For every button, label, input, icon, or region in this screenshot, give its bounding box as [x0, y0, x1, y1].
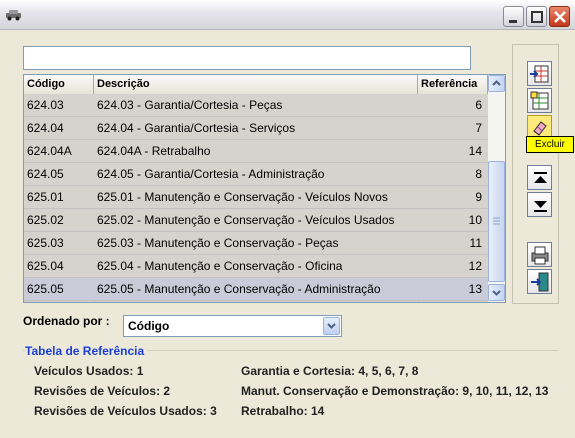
cell-referencia: 7 — [475, 121, 482, 135]
reference-item: Revisões de Veículos: 2 — [34, 384, 171, 398]
scroll-down-button[interactable] — [488, 284, 505, 301]
table-row[interactable]: 625.05 625.05 - Manutenção e Conservação … — [24, 278, 488, 301]
move-up-button[interactable] — [527, 165, 552, 190]
maximize-button[interactable] — [526, 6, 547, 27]
chevron-down-icon — [327, 323, 336, 329]
move-up-icon — [534, 172, 547, 183]
table-row[interactable]: 624.04 624.04 - Garantia/Cortesia - Servi… — [24, 117, 488, 140]
print-icon — [531, 246, 549, 265]
minimize-icon — [509, 20, 517, 23]
cell-descricao: 625.05 - Manutenção e Conservação - Admi… — [97, 282, 381, 296]
cell-descricao: 624.05 - Garantia/Cortesia - Administraç… — [97, 167, 325, 181]
side-toolbar — [512, 44, 559, 304]
cell-codigo: 625.03 — [27, 236, 64, 250]
reference-item: Revisões de Veículos Usados: 3 — [34, 404, 217, 418]
vertical-scrollbar[interactable] — [488, 75, 505, 302]
cell-descricao: 624.04A - Retrabalho — [97, 144, 211, 158]
order-select-value: Código — [128, 319, 170, 333]
reference-item: Garantia e Cortesia: 4, 5, 6, 7, 8 — [241, 364, 419, 378]
title-bar — [0, 0, 575, 30]
table-row[interactable]: 625.03 625.03 - Manutenção e Conservação … — [24, 232, 488, 255]
edit-grid-icon — [530, 91, 549, 110]
reference-item: Veículos Usados: 1 — [34, 364, 144, 378]
reference-item: Manut. Conservação e Demonstração: 9, 10… — [241, 384, 549, 398]
cell-codigo: 625.05 — [27, 282, 64, 296]
scroll-up-button[interactable] — [488, 75, 505, 92]
edit-button[interactable] — [527, 88, 552, 113]
cell-referencia: 8 — [475, 167, 482, 181]
grid-rows: 624.03 624.03 - Garantia/Cortesia - Peças… — [24, 94, 488, 301]
table-row[interactable]: 625.04 625.04 - Manutenção e Conservação … — [24, 255, 488, 278]
cell-codigo: 625.04 — [27, 259, 64, 273]
scroll-thumb[interactable] — [488, 161, 505, 282]
cell-descricao: 625.01 - Manutenção e Conservação - Veíc… — [97, 190, 388, 204]
maximize-icon — [531, 11, 543, 23]
close-icon — [554, 11, 566, 23]
column-header-referencia[interactable]: Referência — [418, 75, 488, 94]
cell-codigo: 625.01 — [27, 190, 64, 204]
move-down-button[interactable] — [527, 192, 552, 217]
exit-button[interactable] — [527, 269, 552, 294]
table-row[interactable]: 625.02 625.02 - Manutenção e Conservação … — [24, 209, 488, 232]
cell-descricao: 624.04 - Garantia/Cortesia - Serviços — [97, 121, 296, 135]
move-down-icon — [534, 201, 547, 212]
print-button[interactable] — [527, 242, 552, 267]
cell-descricao: 625.03 - Manutenção e Conservação - Peça… — [97, 236, 339, 250]
car-icon — [6, 10, 21, 21]
cell-referencia: 12 — [468, 259, 482, 273]
column-header-descricao[interactable]: Descrição — [94, 75, 418, 94]
cell-descricao: 625.04 - Manutenção e Conservação - Ofic… — [97, 259, 343, 273]
cell-referencia: 14 — [468, 144, 482, 158]
cell-codigo: 624.05 — [27, 167, 64, 181]
tooltip-excluir: Excluir — [526, 136, 574, 153]
order-dropdown-button[interactable] — [323, 317, 340, 335]
exit-door-icon — [531, 272, 549, 292]
grid-header: Código Descrição Referência — [24, 75, 488, 94]
chevron-up-icon — [492, 80, 501, 86]
cell-descricao: 624.03 - Garantia/Cortesia - Peças — [97, 98, 283, 112]
reference-table-panel: Tabela de Referência Veículos Usados: 1 … — [23, 344, 558, 428]
grip-icon — [493, 217, 500, 225]
cell-codigo: 624.03 — [27, 98, 64, 112]
table-row[interactable]: 624.05 624.05 - Garantia/Cortesia - Admin… — [24, 163, 488, 186]
cell-referencia: 6 — [475, 98, 482, 112]
close-button[interactable] — [549, 6, 570, 27]
chevron-down-icon — [492, 290, 501, 296]
reference-table-title: Tabela de Referência — [25, 344, 148, 358]
cell-referencia: 13 — [468, 282, 482, 296]
cell-codigo: 624.04 — [27, 121, 64, 135]
cell-codigo: 624.04A — [27, 144, 72, 158]
table-row[interactable]: 624.04A 624.04A - Retrabalho 14 — [24, 140, 488, 163]
insert-row-icon — [530, 65, 549, 83]
reference-item: Retrabalho: 14 — [241, 404, 325, 418]
cell-descricao: 625.02 - Manutenção e Conservação - Veíc… — [97, 213, 395, 227]
table-row[interactable]: 625.01 625.01 - Manutenção e Conservação … — [24, 186, 488, 209]
cell-referencia: 11 — [469, 236, 482, 250]
accounts-grid: Código Descrição Referência 624.03 624.03… — [23, 74, 506, 303]
table-row[interactable]: 624.03 624.03 - Garantia/Cortesia - Peças… — [24, 94, 488, 117]
insert-button[interactable] — [527, 61, 552, 86]
cell-referencia: 9 — [475, 190, 482, 204]
minimize-button[interactable] — [503, 6, 524, 27]
column-header-codigo[interactable]: Código — [24, 75, 94, 94]
search-input[interactable] — [23, 46, 471, 70]
order-label: Ordenado por : — [23, 314, 110, 328]
cell-codigo: 625.02 — [27, 213, 64, 227]
order-select[interactable]: Código — [123, 315, 342, 337]
cell-referencia: 10 — [468, 213, 482, 227]
